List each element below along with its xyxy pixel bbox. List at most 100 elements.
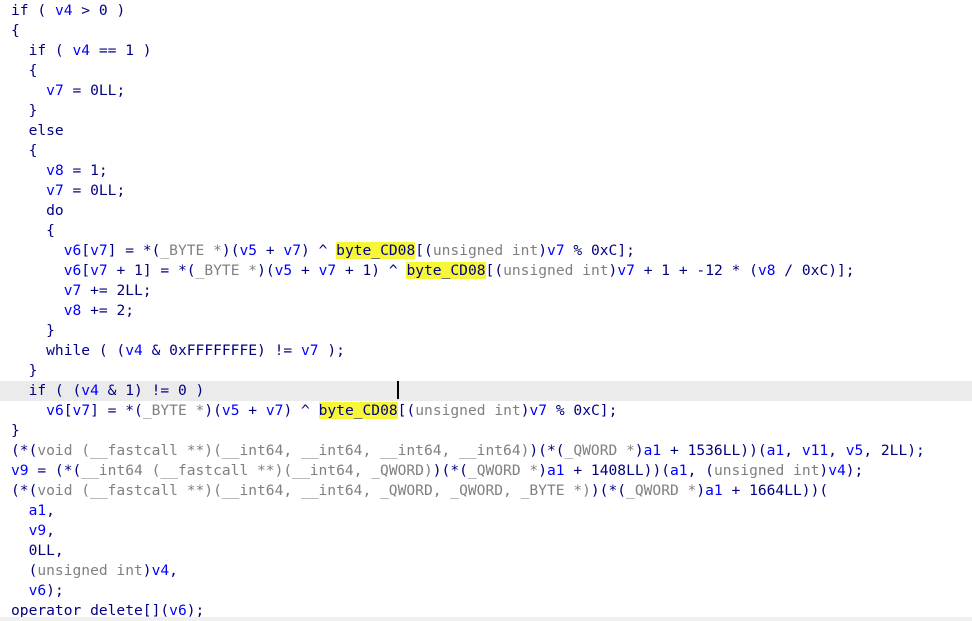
variable-token[interactable]: v8 (64, 302, 82, 319)
code-line[interactable]: v6[v7] = *(_BYTE *)(v5 + v7) ^ byte_CD08… (0, 401, 972, 421)
code-line[interactable]: if ( v4 == 1 ) (0, 41, 972, 61)
variable-token[interactable]: v7 (90, 262, 108, 279)
code-token: { (11, 62, 38, 79)
variable-token[interactable]: v4 (73, 42, 91, 59)
variable-token[interactable]: v11 (802, 442, 828, 459)
variable-token[interactable]: a1 (644, 442, 662, 459)
code-line[interactable]: do (0, 201, 972, 221)
code-line[interactable]: } (0, 421, 972, 441)
variable-token[interactable]: v5 (239, 242, 257, 259)
code-line[interactable]: if ( v4 > 0 ) (0, 1, 972, 21)
variable-token[interactable]: v5 (222, 402, 240, 419)
variable-token[interactable]: v6 (64, 262, 82, 279)
highlighted-identifier[interactable]: byte_CD08 (318, 402, 398, 419)
code-line[interactable]: v7 = 0LL; (0, 81, 972, 101)
variable-token[interactable]: v7 (46, 82, 64, 99)
variable-token[interactable]: v5 (275, 262, 293, 279)
code-line[interactable]: (*(void (__fastcall **)(__int64, __int64… (0, 481, 972, 501)
variable-token[interactable]: v7 (73, 402, 91, 419)
variable-token[interactable]: v5 (846, 442, 864, 459)
code-line[interactable]: (unsigned int)v4, (0, 561, 972, 581)
code-line[interactable]: a1, (0, 501, 972, 521)
code-token: += 2; (81, 302, 135, 319)
code-token: / 0xC)]; (775, 262, 855, 279)
variable-token[interactable]: v6 (29, 582, 47, 599)
variable-token[interactable]: v7 (90, 242, 108, 259)
pseudocode-view[interactable]: if ( v4 > 0 ){ if ( v4 == 1 ) { v7 = 0LL… (0, 0, 972, 621)
code-line[interactable]: } (0, 101, 972, 121)
variable-token[interactable]: v6 (46, 402, 64, 419)
variable-token[interactable]: v7 (617, 262, 635, 279)
type-token: unsigned int (432, 242, 539, 259)
code-line[interactable]: v8 = 1; (0, 161, 972, 181)
variable-token[interactable]: v9 (11, 462, 29, 479)
code-token: ) (142, 562, 152, 579)
code-line[interactable]: { (0, 21, 972, 41)
variable-token[interactable]: v9 (29, 522, 47, 539)
type-token: _QWORD * (626, 482, 697, 499)
horizontal-scrollbar[interactable] (0, 617, 972, 621)
code-token: )( (204, 402, 222, 419)
highlighted-identifier[interactable]: byte_CD08 (406, 262, 486, 279)
variable-token[interactable]: v7 (283, 242, 301, 259)
highlighted-identifier[interactable]: byte_CD08 (336, 242, 416, 259)
type-token: void (__fastcall **)(__int64, __int64, _… (37, 482, 591, 499)
code-token: + 1664LL))( (722, 482, 829, 499)
code-token: , (784, 442, 802, 459)
variable-token[interactable]: a1 (547, 462, 565, 479)
variable-token[interactable]: v4 (81, 382, 99, 399)
code-line[interactable]: v9, (0, 521, 972, 541)
code-line[interactable]: 0LL, (0, 541, 972, 561)
current-code-line[interactable]: if ( (v4 & 1) != 0 ) (0, 381, 972, 401)
code-line[interactable]: while ( (v4 & 0xFFFFFFFE) != v7 ); (0, 341, 972, 361)
variable-token[interactable]: a1 (705, 482, 723, 499)
type-token: unsigned int (415, 402, 521, 419)
code-line[interactable]: v8 += 2; (0, 301, 972, 321)
code-line[interactable]: v6[v7] = *(_BYTE *)(v5 + v7) ^ byte_CD08… (0, 241, 972, 261)
code-token: { (11, 142, 38, 159)
code-token: ] = *( (90, 402, 143, 419)
code-token: % 0xC]; (564, 242, 635, 259)
code-token: + (257, 242, 284, 259)
variable-token[interactable]: v4 (125, 342, 143, 359)
variable-token[interactable]: v7 (64, 282, 82, 299)
variable-token[interactable]: v7 (301, 342, 319, 359)
variable-token[interactable]: v4 (55, 2, 73, 19)
code-token: (*( (11, 442, 38, 459)
variable-token[interactable]: v7 (529, 402, 547, 419)
code-line[interactable]: v7 = 0LL; (0, 181, 972, 201)
code-line[interactable]: (*(void (__fastcall **)(__int64, __int64… (0, 441, 972, 461)
code-line[interactable]: v6[v7 + 1] = *(_BYTE *)(v5 + v7 + 1) ^ b… (0, 261, 972, 281)
variable-token[interactable]: v7 (547, 242, 565, 259)
variable-token[interactable]: v7 (266, 402, 284, 419)
variable-token[interactable]: v4 (152, 562, 170, 579)
code-token: } (11, 102, 38, 119)
code-line[interactable]: else (0, 121, 972, 141)
variable-token[interactable]: a1 (29, 502, 47, 519)
code-line[interactable]: } (0, 361, 972, 381)
code-token: ) ^ (301, 242, 337, 259)
code-token: + 1536LL))( (661, 442, 767, 459)
variable-token[interactable]: a1 (670, 462, 688, 479)
code-token: + 1] = *( (107, 262, 196, 279)
code-line[interactable]: { (0, 61, 972, 81)
variable-token[interactable]: v6 (64, 242, 82, 259)
variable-token[interactable]: v7 (319, 262, 337, 279)
variable-token[interactable]: v7 (46, 182, 64, 199)
code-token: } (11, 362, 38, 379)
code-line[interactable]: { (0, 221, 972, 241)
code-line[interactable]: } (0, 321, 972, 341)
code-token: & 1) != 0 ) (98, 382, 205, 399)
variable-token[interactable]: v4 (828, 462, 846, 479)
code-line[interactable]: { (0, 141, 972, 161)
code-line[interactable]: v7 += 2LL; (0, 281, 972, 301)
variable-token[interactable]: a1 (767, 442, 785, 459)
variable-token[interactable]: v8 (758, 262, 776, 279)
code-line[interactable]: v6); (0, 581, 972, 601)
variable-token[interactable]: v8 (46, 162, 64, 179)
type-token: _BYTE * (142, 402, 205, 419)
code-token: > 0 ) (72, 2, 126, 19)
code-line[interactable]: v9 = (*(__int64 (__fastcall **)(__int64,… (0, 461, 972, 481)
